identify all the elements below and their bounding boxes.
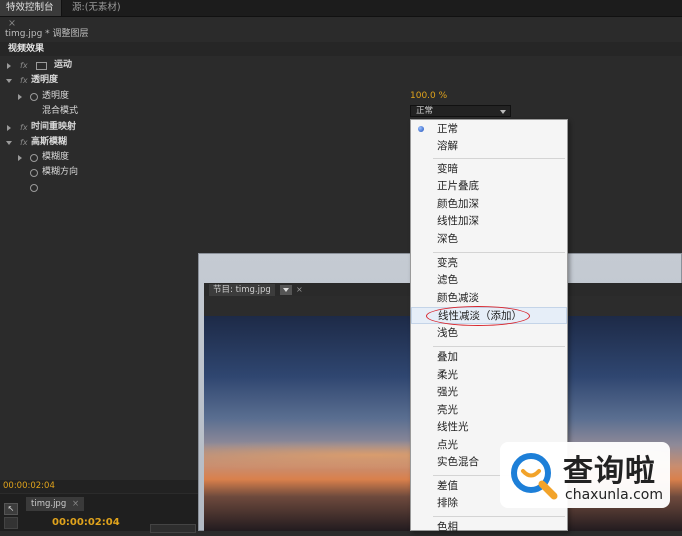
tab-effect-controls-label: 特效控制台	[6, 2, 54, 13]
stopwatch-icon[interactable]	[30, 93, 38, 101]
close-icon[interactable]: ×	[72, 499, 79, 509]
blend-menu-item[interactable]: 正片叠底	[411, 178, 567, 195]
blend-menu-item[interactable]: 浅色	[411, 325, 567, 342]
blend-menu-item[interactable]: 变亮	[411, 255, 567, 272]
menu-separator	[433, 252, 565, 253]
clip-title: timg.jpg * 调整图层	[0, 28, 682, 41]
blend-menu-item[interactable]: 颜色减淡	[411, 290, 567, 307]
blend-menu-item[interactable]: 溶解	[411, 138, 567, 155]
expand-triangle-icon[interactable]	[7, 63, 11, 69]
tab-source[interactable]: 源:(无素材)	[66, 0, 152, 16]
magnifier-logo-icon	[511, 453, 558, 500]
blend-menu-item[interactable]: 色相	[411, 519, 567, 536]
blend-menu-item[interactable]: 颜色加深	[411, 196, 567, 213]
selection-tool-icon[interactable]: ↖	[4, 503, 18, 515]
stopwatch-icon[interactable]	[30, 154, 38, 162]
motion-transform-icon[interactable]	[36, 62, 47, 70]
menu-separator	[433, 346, 565, 347]
annotation-circle	[426, 306, 530, 326]
checked-radio-icon	[418, 126, 424, 132]
menu-separator	[433, 516, 565, 517]
property-label-blurriness: 模糊度	[42, 152, 70, 162]
property-label-opacity: 透明度	[42, 91, 70, 101]
collapse-triangle-icon[interactable]	[6, 141, 12, 145]
blend-menu-item[interactable]: 变暗	[411, 161, 567, 178]
effect-row-motion[interactable]: fx 运动	[0, 58, 682, 73]
stopwatch-icon[interactable]	[30, 169, 38, 177]
panel-tab-bar: 特效控制台 × 源:(无素材)	[0, 0, 682, 29]
property-row-opacity[interactable]: 透明度 100.0 %	[0, 89, 682, 104]
chevron-down-icon	[500, 110, 506, 114]
blend-menu-item[interactable]: 线性加深	[411, 213, 567, 230]
property-row-blend-mode: 混合模式	[0, 104, 682, 119]
blend-menu-item[interactable]: 亮光	[411, 402, 567, 419]
fx-toggle-icon[interactable]: fx	[20, 120, 28, 135]
effect-label-time-remap: 时间重映射	[31, 122, 77, 132]
panel-menu-icon[interactable]	[280, 285, 292, 295]
blend-menu-item[interactable]: 线性光	[411, 419, 567, 436]
property-row-empty	[0, 180, 682, 195]
blend-menu-item[interactable]: 深色	[411, 231, 567, 248]
effect-row-time-remap[interactable]: fx 时间重映射	[0, 120, 682, 135]
timeline-ruler[interactable]	[150, 524, 196, 533]
effect-row-gaussian-blur[interactable]: fx 高斯模糊	[0, 135, 682, 150]
collapse-triangle-icon[interactable]	[6, 79, 12, 83]
close-icon[interactable]: ×	[296, 284, 303, 296]
effect-controls-timecode: 00:00:02:04	[0, 480, 200, 493]
blend-menu-item[interactable]: 柔光	[411, 367, 567, 384]
blend-menu-item[interactable]: 正常	[411, 121, 567, 138]
effect-label-opacity-group: 透明度	[31, 75, 59, 85]
tab-effect-controls[interactable]: 特效控制台 ×	[0, 0, 62, 29]
blend-menu-item[interactable]: 强光	[411, 384, 567, 401]
property-label-blur-dimension: 模糊方向	[42, 167, 79, 177]
opacity-value[interactable]: 100.0 %	[410, 89, 447, 104]
blend-menu-item[interactable]: 滤色	[411, 272, 567, 289]
sequence-timecode[interactable]: 00:00:02:04	[52, 517, 120, 528]
effect-label-gaussian-blur: 高斯模糊	[31, 137, 68, 147]
menu-separator	[433, 158, 565, 159]
fx-toggle-icon[interactable]: fx	[20, 135, 28, 150]
effect-label-motion: 运动	[54, 60, 73, 70]
blend-mode-dropdown[interactable]: 正常	[410, 105, 511, 117]
tab-sequence-label: timg.jpg	[31, 499, 67, 509]
blend-mode-selected: 正常	[416, 106, 434, 116]
fx-toggle-icon[interactable]: fx	[20, 58, 28, 73]
watermark-title: 查询啦	[563, 454, 656, 489]
tab-program-monitor[interactable]: 节目: timg.jpg	[209, 284, 275, 296]
property-row-blurriness[interactable]: 模糊度	[0, 150, 682, 165]
expand-triangle-icon[interactable]	[18, 155, 22, 161]
expand-triangle-icon[interactable]	[18, 94, 22, 100]
property-row-blur-dimension[interactable]: 模糊方向	[0, 165, 682, 180]
expand-triangle-icon[interactable]	[7, 125, 11, 131]
section-video-effects: 视频效果	[0, 42, 682, 56]
fx-toggle-icon[interactable]: fx	[20, 73, 28, 88]
track-select-tool-icon[interactable]	[4, 517, 18, 529]
property-label-blend-mode: 混合模式	[42, 106, 79, 116]
watermark-url: chaxunla.com	[565, 487, 663, 503]
blend-menu-item[interactable]: 叠加	[411, 349, 567, 366]
effect-row-opacity-group[interactable]: fx 透明度	[0, 73, 682, 88]
stopwatch-icon[interactable]	[30, 184, 38, 192]
tab-sequence[interactable]: timg.jpg ×	[26, 497, 85, 511]
